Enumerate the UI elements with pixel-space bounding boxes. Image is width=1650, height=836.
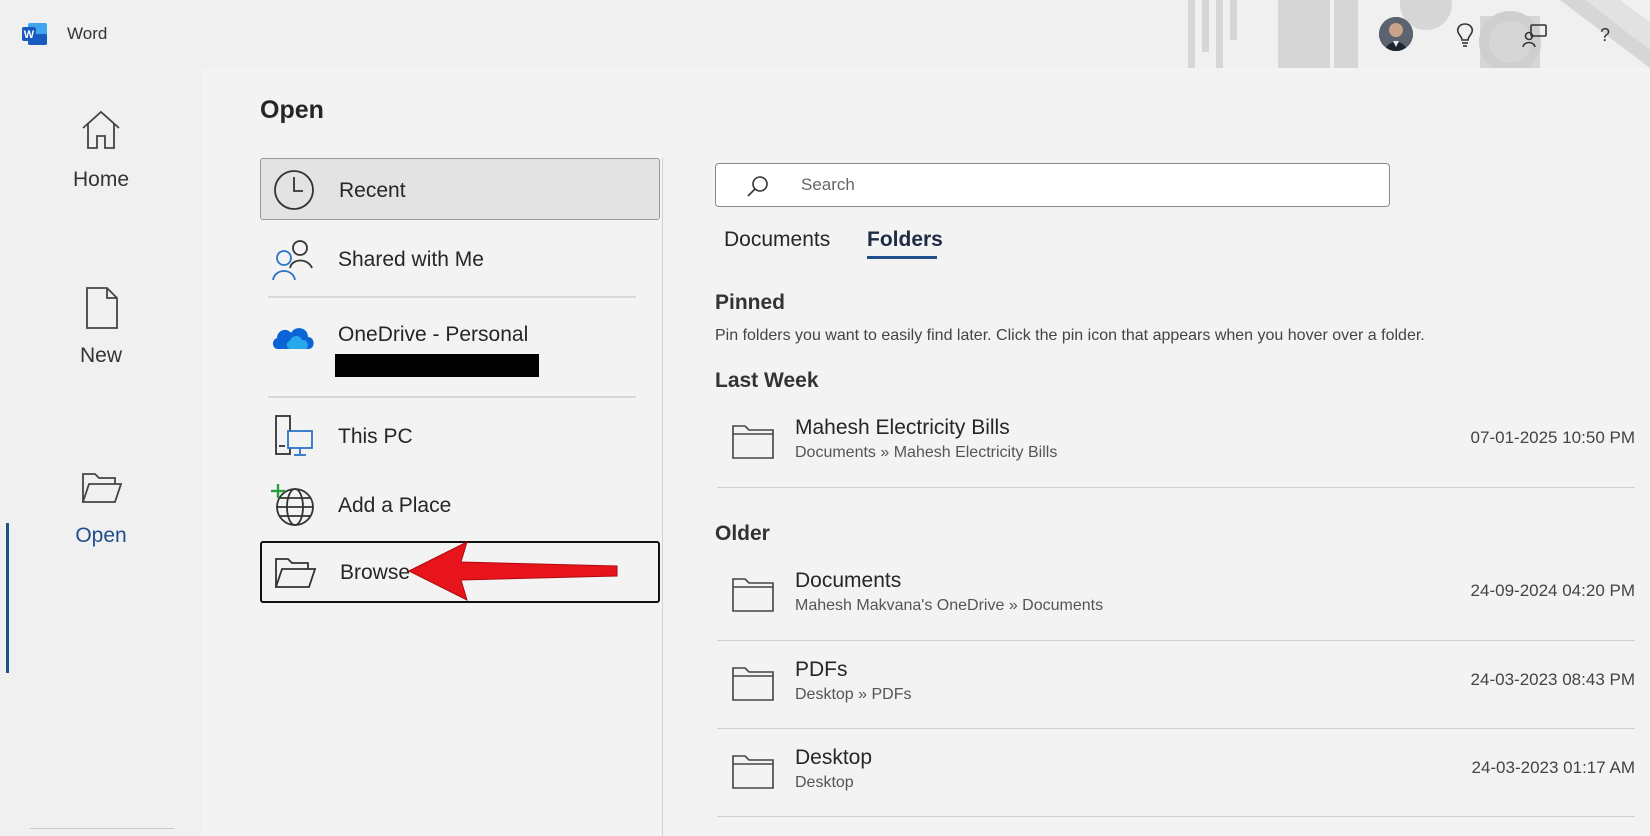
decorative-banner <box>1188 0 1650 68</box>
tab-folders[interactable]: Folders <box>867 228 943 252</box>
section-heading-last-week: Last Week <box>715 369 819 392</box>
folder-path: Desktop <box>795 774 854 791</box>
app-name: Word <box>67 24 108 43</box>
location-recent[interactable]: Recent <box>260 158 660 220</box>
folder-name: Mahesh Electricity Bills <box>795 416 1010 439</box>
nav-label-new: New <box>79 344 122 367</box>
nav-active-indicator <box>6 523 9 673</box>
nav-divider <box>30 828 174 829</box>
folder-date: 24-03-2023 01:17 AM <box>1471 758 1635 777</box>
location-shared-with-me[interactable]: Shared with Me <box>260 228 660 290</box>
folder-name: Desktop <box>795 746 873 769</box>
folder-path: Desktop » PDFs <box>795 686 912 703</box>
backstage-nav: Home New Open <box>0 68 202 836</box>
row-divider <box>717 816 1635 817</box>
folder-icon <box>732 578 774 612</box>
folder-row[interactable]: Mahesh Electricity Bills Documents » Mah… <box>717 398 1635 486</box>
red-arrow-annotation <box>407 541 618 601</box>
nav-label-open: Open <box>75 524 127 547</box>
nav-item-new[interactable]: New <box>0 286 202 436</box>
browse-folder-icon <box>274 558 317 588</box>
help-label: ? <box>1599 24 1610 45</box>
location-label: Recent <box>339 179 406 202</box>
folder-date: 07-01-2025 10:50 PM <box>1470 428 1635 447</box>
folder-date: 24-03-2023 08:43 PM <box>1470 670 1635 689</box>
section-heading-pinned: Pinned <box>715 291 786 314</box>
folder-name: PDFs <box>795 658 848 681</box>
location-divider <box>268 296 636 298</box>
folder-row[interactable]: Desktop Desktop 24-03-2023 01:17 AM <box>717 728 1635 816</box>
nav-label-home: Home <box>72 168 130 191</box>
location-label: This PC <box>338 425 413 448</box>
folder-row[interactable]: Documents Mahesh Makvana's OneDrive » Do… <box>717 551 1635 639</box>
row-divider <box>717 487 1635 488</box>
svg-text:W: W <box>24 29 35 41</box>
folder-date: 24-09-2024 04:20 PM <box>1470 581 1635 600</box>
help-icon[interactable]: ? <box>1588 18 1622 52</box>
tab-documents[interactable]: Documents <box>724 228 830 252</box>
nav-item-home[interactable]: Home <box>0 108 202 258</box>
feedback-icon[interactable] <box>1518 18 1552 52</box>
location-label: Shared with Me <box>338 248 484 271</box>
folder-row[interactable]: PDFs Desktop » PDFs 24-03-2023 08:43 PM <box>717 640 1635 728</box>
page-title: Open <box>260 96 324 124</box>
home-icon <box>82 110 120 149</box>
search-box[interactable] <box>715 163 1390 207</box>
folder-path: Documents » Mahesh Electricity Bills <box>795 444 1058 461</box>
pinned-description: Pin folders you want to easily find late… <box>715 327 1425 344</box>
nav-item-open[interactable]: Open <box>0 466 202 616</box>
open-folder-icon <box>81 473 123 503</box>
location-label: Add a Place <box>338 494 452 517</box>
search-icon <box>747 176 768 197</box>
people-icon <box>272 240 313 281</box>
word-logo-icon: W <box>22 23 47 45</box>
add-place-globe-icon <box>271 484 314 526</box>
pc-icon <box>275 415 313 456</box>
location-divider <box>268 396 636 398</box>
redacted-account-email <box>335 354 539 377</box>
folder-icon <box>732 425 774 459</box>
location-this-pc[interactable]: This PC <box>260 405 660 467</box>
folder-icon <box>732 755 774 789</box>
folder-name: Documents <box>795 569 902 592</box>
search-input[interactable] <box>801 164 1361 206</box>
folder-icon <box>732 667 774 701</box>
account-avatar[interactable] <box>1379 17 1413 51</box>
location-label: OneDrive - Personal <box>338 323 529 346</box>
title-bar: W Word ? <box>0 0 1650 68</box>
panel-divider <box>662 158 663 836</box>
location-label: Browse <box>340 561 411 584</box>
section-heading-older: Older <box>715 522 770 545</box>
clock-icon <box>274 170 314 210</box>
folder-path: Mahesh Makvana's OneDrive » Documents <box>795 597 1104 614</box>
onedrive-cloud-icon <box>272 328 314 349</box>
tab-active-underline <box>867 256 937 259</box>
location-add-a-place[interactable]: Add a Place <box>260 474 660 536</box>
new-document-icon <box>86 287 118 329</box>
lightbulb-icon[interactable] <box>1448 18 1482 52</box>
